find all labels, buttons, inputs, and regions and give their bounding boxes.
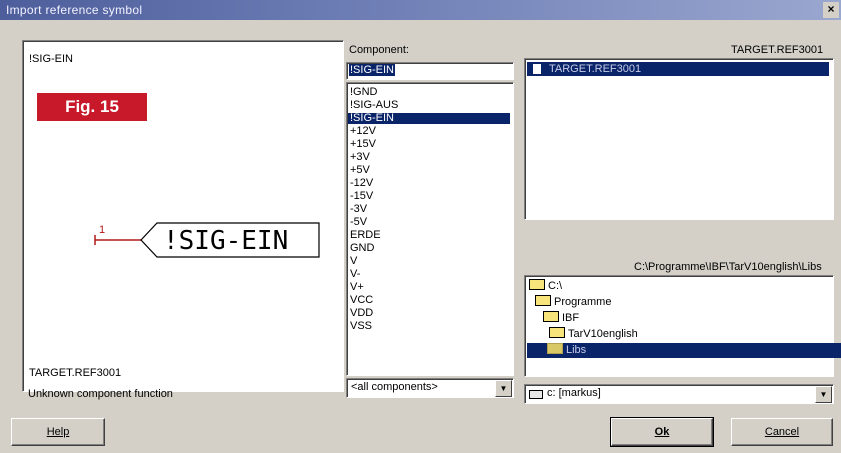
fig-badge: Fig. 15 xyxy=(37,93,147,121)
component-list-item[interactable]: VCC xyxy=(350,295,373,306)
reference-header: TARGET.REF3001 xyxy=(731,44,824,56)
close-icon[interactable]: × xyxy=(823,2,839,18)
directory-item[interactable]: Libs xyxy=(527,343,841,358)
folder-icon xyxy=(543,311,559,322)
help-button[interactable]: Help xyxy=(11,418,105,446)
component-list-item[interactable]: VDD xyxy=(350,308,373,319)
component-list-item[interactable]: GND xyxy=(350,243,374,254)
file-icon xyxy=(533,64,541,74)
reference-file-name: TARGET.REF3001 xyxy=(549,63,642,75)
component-list-item[interactable]: !SIG-AUS xyxy=(350,100,398,111)
component-list-item[interactable]: -12V xyxy=(350,178,373,189)
directory-item[interactable]: Programme xyxy=(535,295,611,310)
folder-icon xyxy=(547,343,563,354)
component-list-item[interactable]: +3V xyxy=(350,152,370,163)
directory-list[interactable]: C:\ Programme IBF TarV10english Libs xyxy=(524,275,841,377)
reference-file-list[interactable]: TARGET.REF3001 xyxy=(524,58,834,220)
help-button-label: Help xyxy=(46,426,70,438)
directory-label: Programme xyxy=(554,296,612,308)
component-list-item[interactable]: !GND xyxy=(350,87,378,98)
folder-icon xyxy=(549,327,565,338)
component-list-item[interactable]: +15V xyxy=(350,139,376,150)
window-title: Import reference symbol xyxy=(6,3,143,17)
component-list-item[interactable]: -3V xyxy=(350,204,367,215)
component-filter-select[interactable]: <all components> ▼ xyxy=(346,378,514,398)
component-list-item[interactable]: VSS xyxy=(350,321,372,332)
component-list-item[interactable]: V- xyxy=(350,269,360,280)
directory-label: TarV10english xyxy=(568,328,638,340)
drive-icon xyxy=(529,390,543,399)
component-list-item[interactable]: +12V xyxy=(350,126,376,137)
directory-item[interactable]: C:\ xyxy=(529,279,562,294)
pin-number: 1 xyxy=(99,224,105,236)
filter-value: <all components> xyxy=(351,381,438,393)
symbol-graphic: 1 !SIG-EIN xyxy=(94,222,320,258)
component-input[interactable]: !SIG-EIN xyxy=(346,62,514,80)
directory-label: IBF xyxy=(562,312,580,324)
current-path: C:\Programme\IBF\TarV10english\Libs xyxy=(634,261,822,273)
component-list-item[interactable]: +5V xyxy=(350,165,370,176)
ok-button-label: Ok xyxy=(654,426,670,438)
reference-file-item[interactable]: TARGET.REF3001 xyxy=(527,62,829,76)
component-input-value: !SIG-EIN xyxy=(349,64,396,76)
directory-item[interactable]: IBF xyxy=(543,311,579,326)
component-list-item[interactable]: !SIG-EIN xyxy=(348,113,510,124)
cancel-button[interactable]: Cancel xyxy=(731,418,833,446)
chevron-down-icon[interactable]: ▼ xyxy=(815,386,832,403)
drive-select[interactable]: c: [markus] ▼ xyxy=(524,384,834,404)
symbol-label: !SIG-EIN xyxy=(163,226,288,256)
preview-symbol-name: !SIG-EIN xyxy=(29,53,74,65)
symbol-preview-pane: !SIG-EIN Fig. 15 1 !SIG-EIN TARGET.REF30… xyxy=(22,40,344,392)
folder-icon xyxy=(535,295,551,306)
folder-icon xyxy=(529,279,545,290)
component-list-item[interactable]: V xyxy=(350,256,357,267)
directory-label: Libs xyxy=(566,344,587,356)
component-label: Component: xyxy=(349,44,409,56)
component-list-item[interactable]: -15V xyxy=(350,191,373,202)
component-list[interactable]: !GND !SIG-AUS !SIG-EIN +12V +15V +3V +5V -12V -1… xyxy=(346,82,514,376)
component-list-item[interactable]: -5V xyxy=(350,217,367,228)
cancel-button-label: Cancel xyxy=(764,426,800,438)
import-dialog: !SIG-EIN Fig. 15 1 !SIG-EIN TARGET.REF30… xyxy=(0,20,841,453)
component-list-item[interactable]: V+ xyxy=(350,282,364,293)
directory-item[interactable]: TarV10english xyxy=(549,327,638,342)
status-text: Unknown component function xyxy=(28,388,173,400)
ok-button[interactable]: Ok xyxy=(610,417,714,447)
drive-value: c: [markus] xyxy=(547,387,601,399)
chevron-down-icon[interactable]: ▼ xyxy=(495,380,512,397)
title-bar: Import reference symbol × xyxy=(0,0,841,20)
component-list-item[interactable]: ERDE xyxy=(350,230,381,241)
directory-label: C:\ xyxy=(548,280,563,292)
preview-target: TARGET.REF3001 xyxy=(29,367,122,379)
